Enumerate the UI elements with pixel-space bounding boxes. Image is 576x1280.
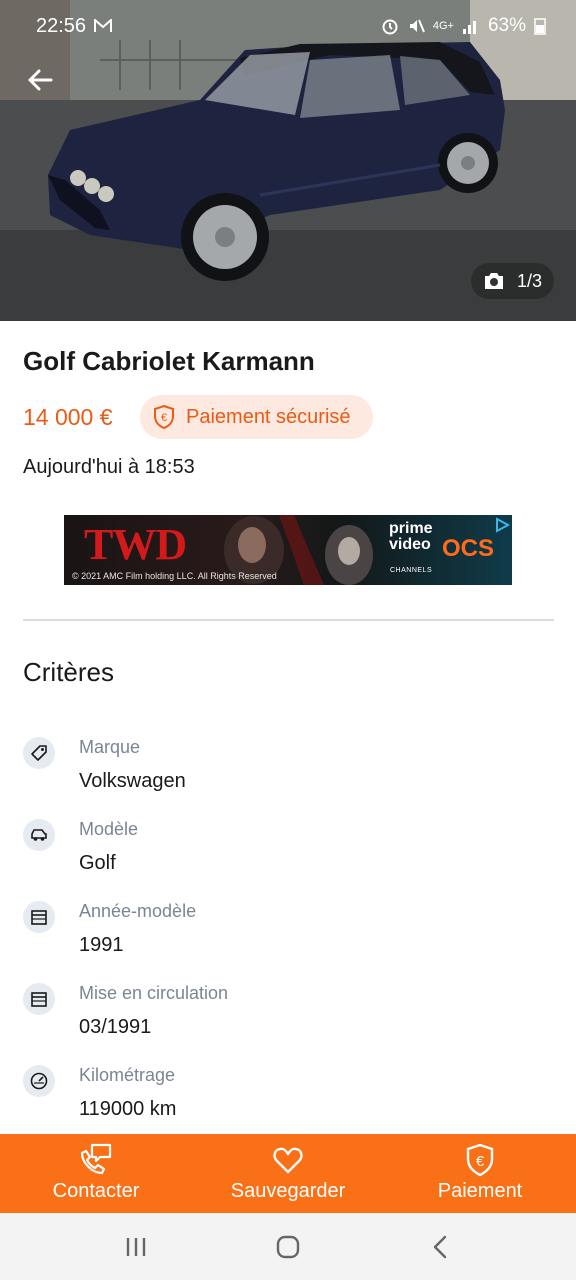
criteria-item-model: Modèle Golf — [23, 819, 543, 899]
criteria-value: 119000 km — [79, 1098, 177, 1120]
status-time: 22:56 — [36, 14, 87, 37]
listing-title: Golf Cabriolet Karmann — [23, 346, 315, 376]
secure-payment-label: Paiement sécurisé — [186, 405, 351, 428]
contact-label: Contacter — [52, 1180, 140, 1202]
save-label: Sauvegarder — [230, 1180, 346, 1202]
shield-euro-icon: € — [466, 1143, 494, 1177]
ad-brand-line1: prime — [389, 520, 433, 537]
payment-button[interactable]: € Paiement — [384, 1134, 576, 1213]
battery-percent: 63% — [487, 15, 526, 36]
battery-icon — [534, 18, 546, 35]
listing-price: 14 000 € — [23, 404, 113, 430]
listing-date: Aujourd'hui à 18:53 — [23, 456, 195, 478]
car-icon — [23, 819, 55, 851]
calendar-icon — [23, 901, 55, 933]
adchoices-icon[interactable] — [494, 517, 510, 533]
photo-counter[interactable]: 1/3 — [470, 263, 554, 299]
mail-icon — [94, 19, 113, 32]
ad-brand: prime video — [389, 521, 433, 553]
action-bar: Contacter Sauvegarder € Paiement — [0, 1134, 576, 1213]
criteria-item-model-year: Année-modèle 1991 — [23, 901, 543, 981]
photo-counter-text: 1/3 — [516, 270, 542, 291]
svg-text:€: € — [161, 412, 167, 424]
ad-partner: OCS — [442, 535, 495, 562]
system-back-button[interactable] — [410, 1217, 470, 1277]
shield-euro-icon: € — [154, 404, 174, 430]
back-button[interactable] — [20, 60, 60, 100]
ad-headline: TWD — [84, 520, 187, 569]
recent-apps-icon — [126, 1237, 146, 1256]
mute-icon — [409, 19, 425, 33]
criteria-item-mileage: Kilométrage 119000 km — [23, 1065, 543, 1145]
status-bar: 22:56 4G+ 63% — [0, 0, 576, 52]
save-button[interactable]: Sauvegarder — [192, 1134, 384, 1213]
criteria-value: Volkswagen — [79, 770, 186, 792]
criteria-title: Critères — [23, 657, 115, 687]
network-type: 4G+ — [432, 19, 454, 32]
camera-icon — [484, 273, 503, 289]
secure-payment-badge[interactable]: € Paiement sécurisé — [140, 395, 373, 439]
tag-icon — [23, 737, 55, 769]
criteria-value: 1991 — [79, 934, 124, 956]
criteria-value: 03/1991 — [79, 1016, 152, 1038]
ad-brand-line2: video — [389, 536, 431, 553]
alarm-icon — [382, 19, 398, 35]
criteria-label: Kilométrage — [79, 1065, 176, 1085]
photo-gallery[interactable]: 22:56 4G+ 63% 1/3 — [0, 0, 576, 321]
heart-icon — [273, 1147, 303, 1174]
home-button[interactable] — [258, 1217, 318, 1277]
criteria-label: Année-modèle — [79, 901, 197, 921]
divider — [23, 619, 554, 621]
contact-button[interactable]: Contacter — [0, 1134, 192, 1213]
recent-apps-button[interactable] — [106, 1217, 166, 1277]
criteria-item-registration: Mise en circulation 03/1991 — [23, 983, 543, 1063]
criteria-value: Golf — [79, 852, 116, 874]
payment-label: Paiement — [437, 1180, 523, 1202]
criteria-label: Modèle — [79, 819, 139, 839]
criteria-label: Marque — [79, 737, 141, 757]
ad-brand-sub: CHANNELS — [390, 567, 433, 574]
ad-copyright: © 2021 AMC Film holding LLC. All Rights … — [72, 571, 277, 581]
criteria-item-brand: Marque Volkswagen — [23, 737, 543, 817]
signal-icon — [462, 21, 476, 34]
home-icon — [276, 1235, 300, 1258]
system-nav-bar — [0, 1213, 576, 1280]
svg-text:€: € — [476, 1153, 485, 1170]
chevron-left-icon — [433, 1235, 447, 1258]
phone-chat-icon — [80, 1143, 112, 1175]
calendar-icon — [23, 983, 55, 1015]
arrow-left-icon — [28, 69, 53, 91]
speedometer-icon — [23, 1065, 55, 1097]
criteria-label: Mise en circulation — [79, 983, 229, 1003]
ad-banner[interactable]: TWD © 2021 AMC Film holding LLC. All Rig… — [64, 515, 512, 585]
listing-screen: 22:56 4G+ 63% 1/3 Golf Cabriolet Karmann… — [0, 0, 576, 1280]
